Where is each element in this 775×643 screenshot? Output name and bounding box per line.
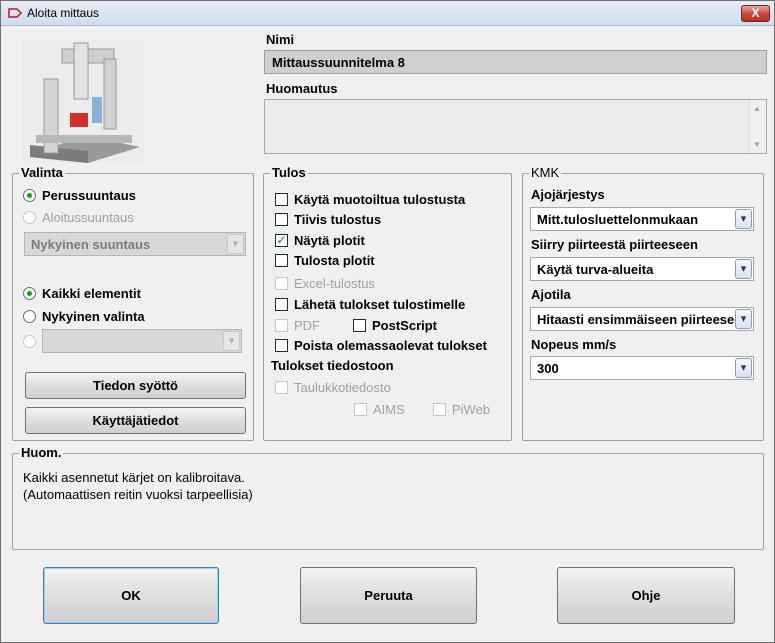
- run-order-select[interactable]: Mitt.tulosluettelonmukaan ▾: [530, 207, 754, 231]
- checkbox-icon[interactable]: [275, 276, 288, 290]
- mode-select[interactable]: Hitaasti ensimmäiseen piirteeseen ▾: [530, 307, 754, 331]
- cancel-button[interactable]: Peruuta: [300, 567, 477, 624]
- move-label: Siirry piirteestä piirteeseen: [531, 237, 698, 252]
- radio-checked-icon[interactable]: [23, 188, 36, 202]
- name-label: Nimi: [266, 32, 295, 47]
- ok-button[interactable]: OK: [43, 567, 219, 624]
- checkbox-icon[interactable]: [354, 402, 367, 416]
- custom-selection-radio[interactable]: [23, 332, 42, 350]
- aloitussuuntaus-radio[interactable]: Aloitussuuntaus: [23, 208, 134, 226]
- checkbox-icon[interactable]: [275, 192, 288, 206]
- scroll-up-icon[interactable]: ▲: [753, 104, 761, 113]
- huom-title: Huom.: [19, 445, 64, 460]
- speed-label: Nopeus mm/s: [531, 337, 617, 352]
- chevron-down-icon[interactable]: ▾: [735, 358, 752, 378]
- window-title: Aloita mittaus: [27, 6, 100, 20]
- valinta-title: Valinta: [19, 165, 65, 180]
- alignment-select[interactable]: Nykyinen suuntaus ▾: [24, 232, 246, 256]
- postscript-checkbox[interactable]: PostScript: [353, 316, 437, 334]
- nykyinen-valinta-radio[interactable]: Nykyinen valinta: [23, 307, 145, 325]
- mode-label: Ajotila: [531, 287, 571, 302]
- radio-icon[interactable]: [23, 309, 36, 323]
- checkbox-icon[interactable]: [275, 380, 288, 394]
- pdf-checkbox[interactable]: PDF: [275, 316, 320, 334]
- file-output-label: Tulokset tiedostoon: [271, 358, 394, 373]
- radio-checked-icon[interactable]: [23, 286, 36, 300]
- checkbox-icon[interactable]: [433, 402, 446, 416]
- checkbox-icon[interactable]: [275, 318, 288, 332]
- close-button[interactable]: X: [741, 5, 770, 22]
- excel-output-checkbox[interactable]: Excel-tulostus: [275, 274, 375, 292]
- print-plots-checkbox[interactable]: Tulosta plotit: [275, 251, 375, 269]
- chevron-down-icon[interactable]: ▾: [227, 234, 244, 254]
- checkbox-icon[interactable]: [275, 253, 288, 267]
- checkbox-icon[interactable]: [275, 297, 288, 311]
- chevron-down-icon[interactable]: ▾: [223, 331, 240, 351]
- checkbox-icon[interactable]: [353, 318, 366, 332]
- name-field[interactable]: Mittaussuunnitelma 8: [264, 50, 767, 74]
- note-scrollbar[interactable]: ▲ ▼: [749, 100, 766, 153]
- piweb-checkbox[interactable]: PiWeb: [433, 400, 490, 418]
- run-order-label: Ajojärjestys: [531, 187, 605, 202]
- kmk-title: KMK: [529, 165, 562, 180]
- delete-results-checkbox[interactable]: Poista olemassaolevat tulokset: [275, 336, 487, 354]
- spreadsheet-checkbox[interactable]: Taulukkotiedosto: [275, 378, 391, 396]
- kaikki-elementit-radio[interactable]: Kaikki elementit: [23, 284, 141, 302]
- dialog-window: Aloita mittaus X Nimi Mittaussuunnitelma…: [0, 0, 775, 643]
- radio-icon[interactable]: [23, 210, 36, 224]
- perussuuntaus-radio[interactable]: Perussuuntaus: [23, 186, 136, 204]
- move-select[interactable]: Käytä turva-alueita ▾: [530, 257, 754, 281]
- hint-line-2: (Automaattisen reitin vuoksi tarpeellisi…: [23, 487, 253, 502]
- title-bar[interactable]: Aloita mittaus X: [1, 1, 774, 26]
- scroll-down-icon[interactable]: ▼: [753, 140, 761, 149]
- formatted-output-checkbox[interactable]: Käytä muotoiltua tulostusta: [275, 190, 465, 208]
- checkbox-icon[interactable]: [275, 212, 288, 226]
- checkbox-icon[interactable]: [275, 338, 288, 352]
- help-button[interactable]: Ohje: [557, 567, 735, 624]
- radio-icon[interactable]: [23, 334, 36, 348]
- note-textarea[interactable]: ▲ ▼: [264, 99, 767, 154]
- send-to-printer-checkbox[interactable]: Lähetä tulokset tulostimelle: [275, 295, 465, 313]
- note-label: Huomautus: [266, 81, 338, 96]
- checkmark-icon[interactable]: ✓: [275, 233, 288, 247]
- kayttajatiedot-button[interactable]: Käyttäjätiedot: [25, 407, 246, 434]
- show-plots-checkbox[interactable]: ✓ Näytä plotit: [275, 231, 365, 249]
- tiedon-syotto-button[interactable]: Tiedon syöttö: [25, 372, 246, 399]
- speed-select[interactable]: 300 ▾: [530, 356, 754, 380]
- aims-checkbox[interactable]: AIMS: [354, 400, 405, 418]
- chevron-down-icon[interactable]: ▾: [735, 209, 752, 229]
- cmm-machine-image: [22, 39, 144, 163]
- tulos-title: Tulos: [270, 165, 308, 180]
- app-icon: [8, 8, 23, 18]
- chevron-down-icon[interactable]: ▾: [735, 259, 752, 279]
- selection-select[interactable]: ▾: [42, 329, 242, 353]
- chevron-down-icon[interactable]: ▾: [735, 309, 752, 329]
- compact-output-checkbox[interactable]: Tiivis tulostus: [275, 210, 381, 228]
- hint-line-1: Kaikki asennetut kärjet on kalibroitava.: [23, 470, 245, 485]
